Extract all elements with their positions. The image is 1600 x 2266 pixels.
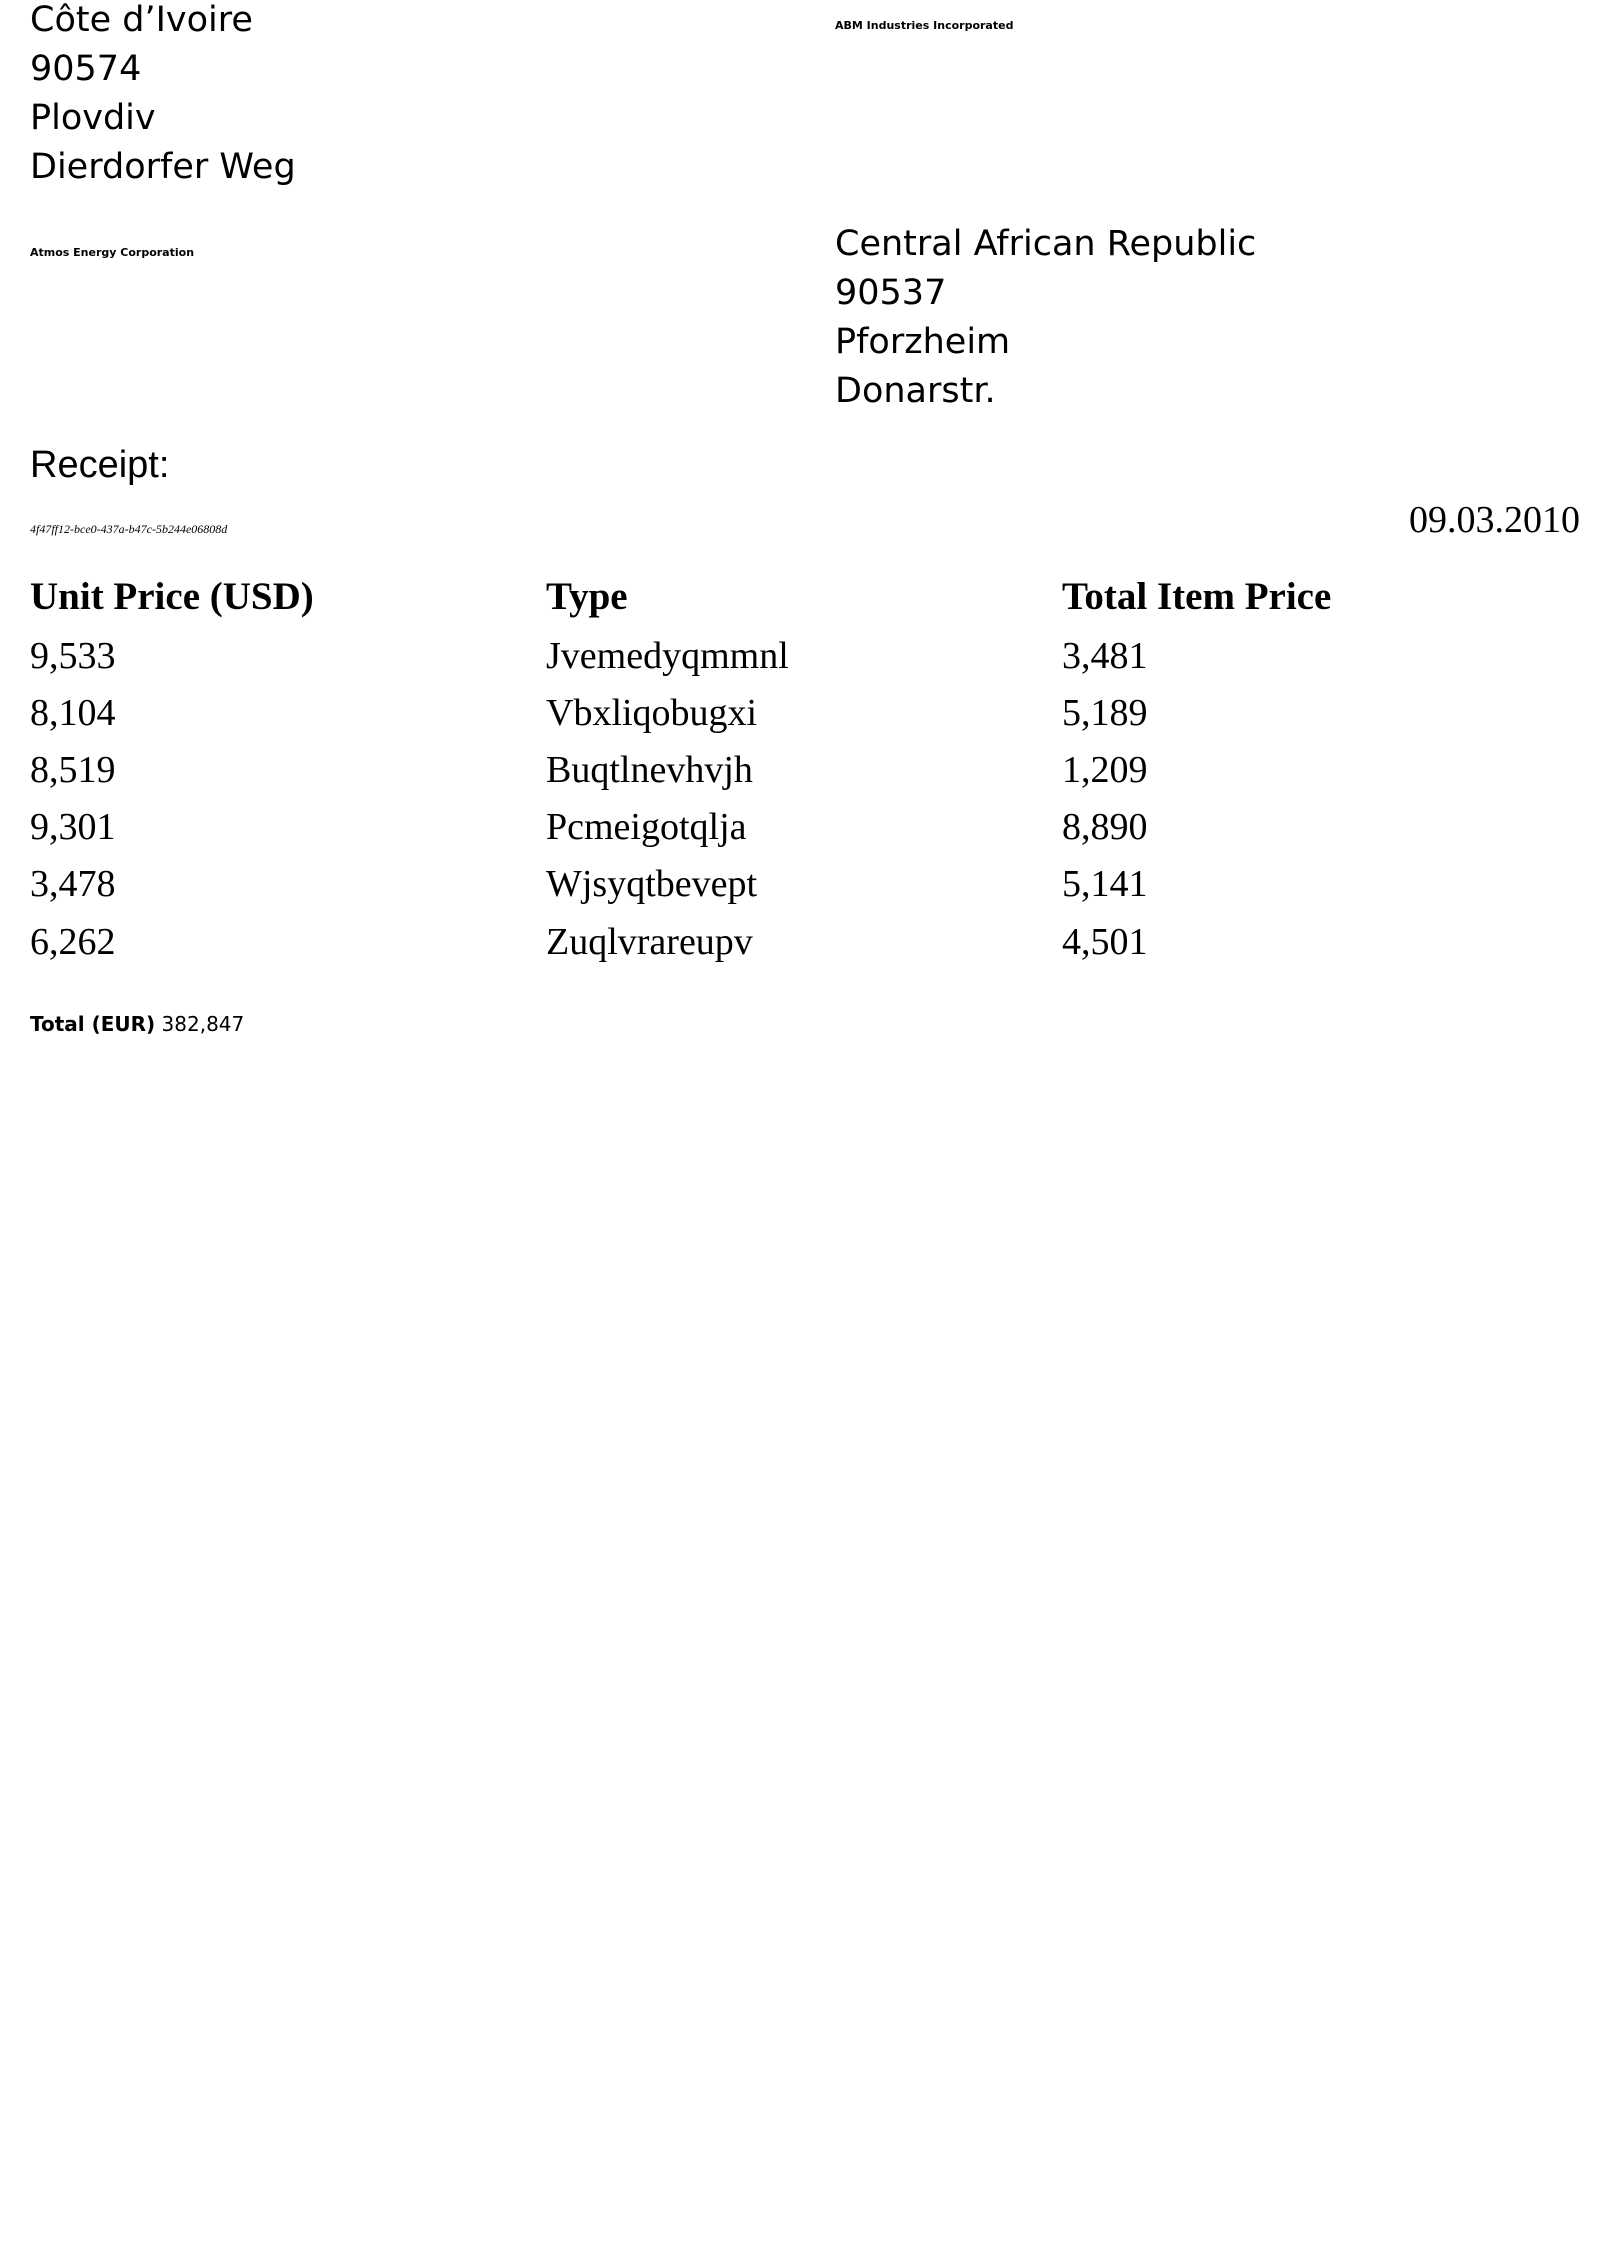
cell-type: Zuqlvrareupv <box>546 920 753 963</box>
table-row: 9,301 Pcmeigotqlja 8,890 <box>30 799 1562 856</box>
receipt-heading: Receipt: <box>30 444 170 486</box>
cell-total-item-price: 1,209 <box>1062 748 1148 791</box>
cell-total-item-price: 3,481 <box>1062 634 1148 677</box>
column-header-type: Type <box>546 574 628 618</box>
sender-address: Côte d’Ivoire 90574 Plovdiv Dierdorfer W… <box>30 0 296 192</box>
recipient-address: Central African Republic 90537 Pforzheim… <box>835 220 1256 416</box>
sender-street: Dierdorfer Weg <box>30 147 296 187</box>
cell-total-item-price: 4,501 <box>1062 920 1148 963</box>
total-line: Total (EUR) 382,847 <box>30 1012 244 1036</box>
table-row: 3,478 Wjsyqtbevept 5,141 <box>30 856 1562 913</box>
cell-type: Wjsyqtbevept <box>546 863 758 906</box>
cell-total-item-price: 5,189 <box>1062 691 1148 734</box>
items-table: Unit Price (USD) Type Total Item Price 9… <box>30 565 1562 970</box>
cell-unit-price: 8,519 <box>30 748 116 791</box>
receipt-id: 4f47ff12-bce0-437a-b47c-5b244e06808d <box>30 522 228 536</box>
sender-postal-code: 90574 <box>30 49 142 89</box>
table-row: 6,262 Zuqlvrareupv 4,501 <box>30 913 1562 970</box>
total-label: Total (EUR) <box>30 1012 156 1036</box>
cell-unit-price: 9,301 <box>30 806 116 849</box>
recipient-country: Central African Republic <box>835 224 1257 264</box>
cell-type: Pcmeigotqlja <box>546 806 747 849</box>
table-row: 8,519 Buqtlnevhvjh 1,209 <box>30 741 1562 798</box>
cell-total-item-price: 5,141 <box>1062 863 1148 906</box>
cell-unit-price: 6,262 <box>30 920 116 963</box>
recipient-company: Atmos Energy Corporation <box>30 246 195 259</box>
column-header-unit-price: Unit Price (USD) <box>30 574 314 618</box>
cell-unit-price: 3,478 <box>30 863 116 906</box>
cell-type: Buqtlnevhvjh <box>546 748 753 791</box>
recipient-street: Donarstr. <box>835 371 996 411</box>
table-row: 9,533 Jvemedyqmmnl 3,481 <box>30 627 1562 684</box>
table-row: 8,104 Vbxliqobugxi 5,189 <box>30 684 1562 741</box>
receipt-date: 09.03.2010 <box>1409 499 1580 541</box>
sender-country: Côte d’Ivoire <box>30 0 253 40</box>
sender-company: ABM Industries Incorporated <box>835 19 1014 32</box>
recipient-city: Pforzheim <box>835 322 1011 362</box>
table-header-row: Unit Price (USD) Type Total Item Price <box>30 565 1562 627</box>
cell-type: Jvemedyqmmnl <box>546 634 789 677</box>
sender-city: Plovdiv <box>30 98 156 138</box>
recipient-postal-code: 90537 <box>835 273 947 313</box>
cell-unit-price: 8,104 <box>30 691 116 734</box>
cell-type: Vbxliqobugxi <box>546 691 758 734</box>
total-value: 382,847 <box>161 1012 245 1036</box>
column-header-total-item-price: Total Item Price <box>1062 574 1332 618</box>
cell-total-item-price: 8,890 <box>1062 806 1148 849</box>
cell-unit-price: 9,533 <box>30 634 116 677</box>
